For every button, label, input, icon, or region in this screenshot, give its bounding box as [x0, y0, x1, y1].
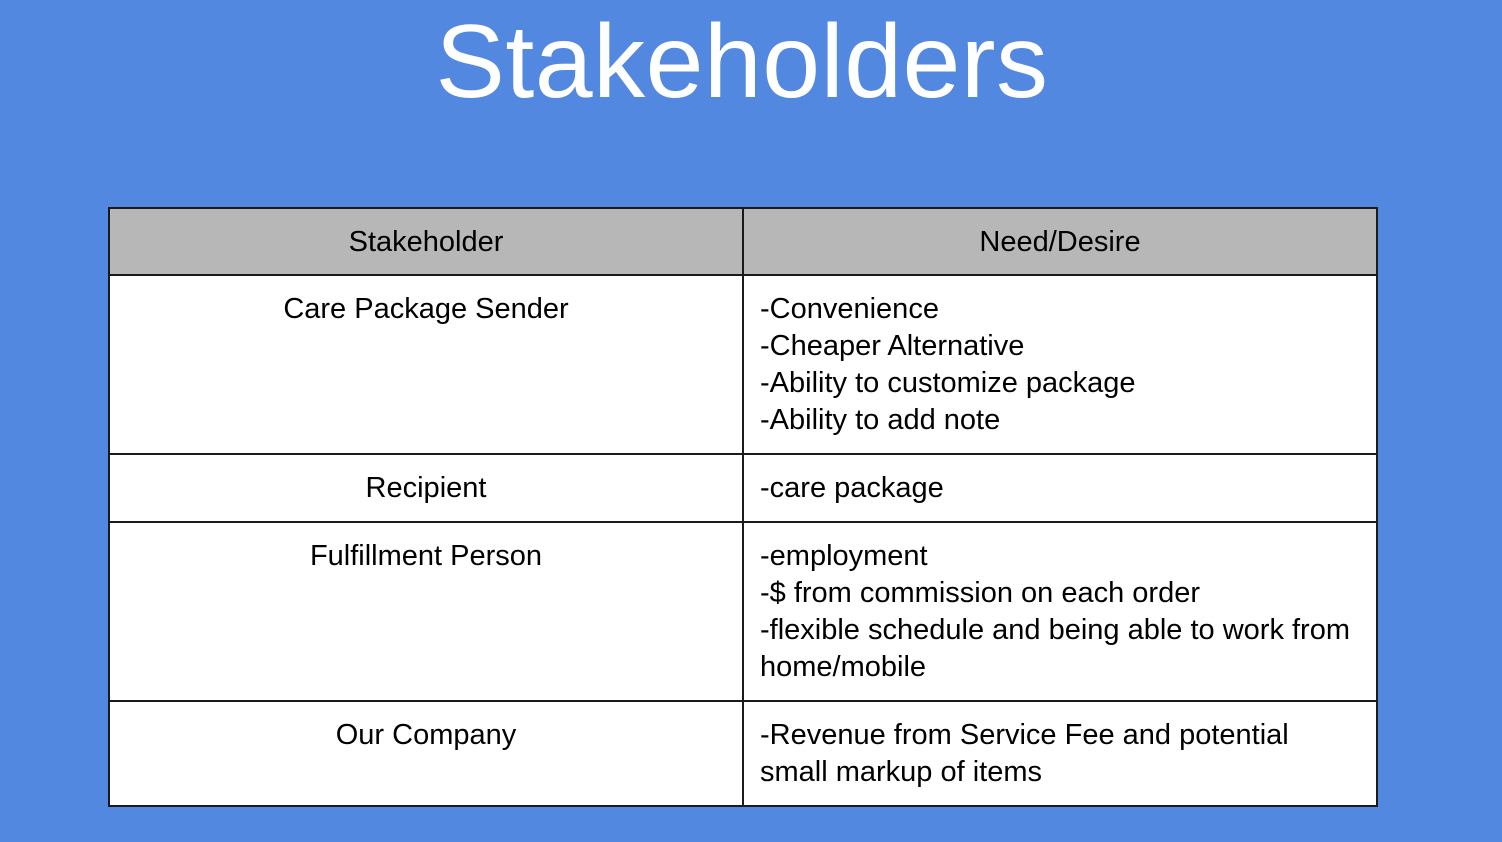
need-item: -Revenue from Service Fee and potential …	[760, 719, 1289, 788]
need-item: -Cheaper Alternative	[760, 330, 1025, 362]
need-item: -$ from commission on each order	[760, 577, 1200, 609]
table-row: Our Company -Revenue from Service Fee an…	[108, 700, 1378, 807]
need-item: -flexible schedule and being able to wor…	[760, 614, 1350, 683]
stakeholder-cell: Fulfillment Person	[108, 521, 744, 702]
table-row: Fulfillment Person -employment -$ from c…	[108, 521, 1378, 702]
slide-title: Stakeholders	[435, 4, 1049, 120]
need-item: -employment	[760, 540, 928, 572]
need-desire-cell: -care package	[742, 453, 1378, 523]
stakeholder-table: Stakeholder Need/Desire Care Package Sen…	[108, 207, 1378, 807]
stakeholder-cell: Care Package Sender	[108, 274, 744, 455]
need-desire-cell: -Revenue from Service Fee and potential …	[742, 700, 1378, 807]
need-item: -care package	[760, 472, 944, 504]
stakeholder-cell: Our Company	[108, 700, 744, 807]
need-desire-cell: -Convenience -Cheaper Alternative -Abili…	[742, 274, 1378, 455]
table-header-row: Stakeholder Need/Desire	[108, 207, 1378, 276]
need-desire-cell: -employment -$ from commission on each o…	[742, 521, 1378, 702]
table-row: Care Package Sender -Convenience -Cheape…	[108, 274, 1378, 455]
need-item: -Ability to add note	[760, 404, 1001, 436]
column-header-stakeholder: Stakeholder	[108, 207, 744, 276]
stakeholder-cell: Recipient	[108, 453, 744, 523]
table-row: Recipient -care package	[108, 453, 1378, 523]
need-item: -Ability to customize package	[760, 367, 1136, 399]
need-item: -Convenience	[760, 293, 939, 325]
column-header-need-desire: Need/Desire	[742, 207, 1378, 276]
